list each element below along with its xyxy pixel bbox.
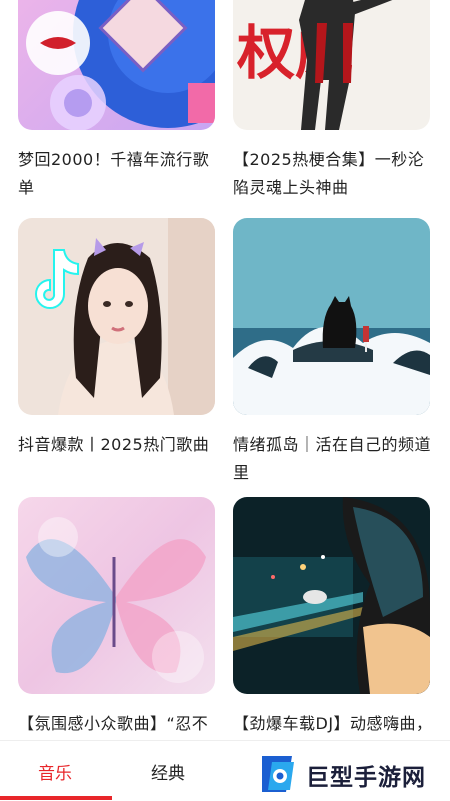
tab-classic[interactable]: 经典	[151, 759, 185, 784]
ultraman-cover: 权威	[233, 0, 430, 130]
watermark-text: 巨型手游网	[306, 765, 426, 791]
playlist-cover[interactable]	[18, 0, 215, 130]
playlist-title[interactable]: 【2025热梗合集】一秒沦陷灵魂上头神曲	[233, 146, 433, 202]
playlist-title[interactable]: 梦回2000！千禧年流行歌单	[18, 146, 218, 202]
playlist-cover[interactable]	[18, 497, 215, 694]
y2k-vinyl-cover	[18, 0, 215, 130]
watermark-logo-icon	[262, 756, 294, 792]
playlist-title[interactable]: 【劲爆车载DJ】动感嗨曲，一脚踩到油箱	[233, 710, 433, 740]
night-car-cover	[233, 497, 430, 694]
tiktok-girl-cover	[18, 218, 215, 415]
tab-music[interactable]: 音乐	[38, 759, 72, 784]
playlist-cover[interactable]	[233, 497, 430, 694]
playlist-cover[interactable]	[233, 218, 430, 415]
playlist-title[interactable]: 抖音爆款丨2025热门歌曲	[18, 431, 218, 459]
playlist-cover[interactable]	[18, 218, 215, 415]
playlist-grid: 梦回2000！千禧年流行歌单 权威 【2025热梗合集】一秒沦陷灵魂上头神曲 抖…	[0, 0, 450, 740]
watermark: 巨型手游网	[252, 748, 450, 800]
active-tab-indicator	[0, 796, 112, 800]
playlist-cover[interactable]: 权威	[233, 0, 430, 130]
playlist-title[interactable]: 情绪孤岛｜活在自己的频道里	[233, 431, 433, 487]
cat-island-cover	[233, 218, 430, 415]
butterfly-cover	[18, 497, 215, 694]
playlist-title[interactable]: 【氛围感小众歌曲】“忍不住单曲循环”	[18, 710, 218, 740]
